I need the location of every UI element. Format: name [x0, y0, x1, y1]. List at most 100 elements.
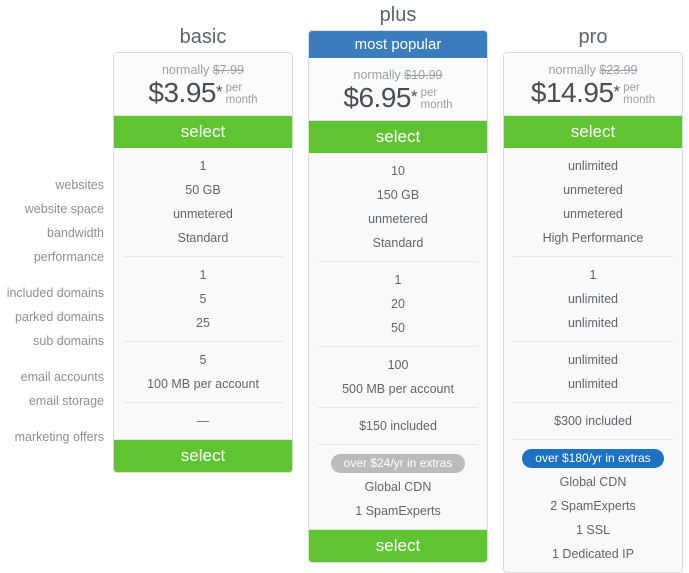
plan-card-pro: normally $23.99 $14.95* per month select unli… — [503, 52, 683, 573]
feature-list-pro: unlimited unmetered unmetered High Performa… — [504, 148, 682, 572]
feature-group: 1 unlimited unlimited — [513, 257, 673, 342]
select-button-top-pro[interactable]: select — [504, 115, 682, 148]
price-box-plus: normally $10.99 $6.95* per month — [309, 58, 487, 120]
extra-item: 2 SpamExperts — [550, 499, 636, 513]
feature-value: $150 included — [359, 419, 437, 433]
normally-price-line: normally $23.99 — [504, 62, 682, 78]
feature-value: 100 MB per account — [147, 377, 259, 391]
plan-title-basic: basic — [179, 26, 227, 48]
feature-group: 1 5 25 — [123, 257, 283, 342]
select-button-top-plus[interactable]: select — [309, 120, 487, 153]
price-line: $6.95* per month — [309, 84, 487, 112]
price-line: $3.95* per month — [114, 79, 292, 107]
feature-label: email accounts — [20, 370, 104, 384]
feature-value: 5 — [199, 292, 207, 306]
feature-value: 20 — [391, 297, 405, 311]
feature-value: unmetered — [173, 207, 233, 221]
feature-value: 150 GB — [376, 188, 420, 202]
month-word: month — [225, 94, 258, 106]
price-box-basic: normally $7.99 $3.95* per month — [114, 53, 292, 115]
extras-badge: over $24/yr in extras — [330, 454, 466, 473]
feature-value: 50 — [391, 321, 405, 335]
feature-value: 1 — [589, 268, 597, 282]
extras-group: over $24/yr in extras Global CDN 1 SpamExp… — [318, 445, 478, 529]
feature-value: Standard — [177, 231, 229, 245]
feature-value: 5 — [199, 353, 207, 367]
price-asterisk: * — [215, 82, 223, 101]
normally-label: normally — [161, 63, 210, 77]
feature-list-plus: 10 150 GB unmetered Standard 1 20 50 100 500 MB … — [309, 153, 487, 529]
feature-label-group: email accounts email storage — [0, 365, 104, 413]
feature-group: 1 20 50 — [318, 262, 478, 347]
feature-value: unmetered — [563, 207, 623, 221]
feature-value: unlimited — [567, 159, 619, 173]
feature-label: marketing offers — [14, 430, 104, 444]
per-month-label: per month — [421, 87, 453, 112]
feature-label: website space — [24, 202, 104, 216]
select-button-bottom-basic[interactable]: select — [114, 439, 292, 472]
extras-badge-row: over $24/yr in extras — [318, 451, 478, 475]
select-button-bottom-plus[interactable]: select — [309, 529, 487, 562]
original-price: $7.99 — [212, 63, 244, 77]
feature-label-column: websites website space bandwidth performanc… — [0, 173, 104, 461]
plan-column-pro: pro normally $23.99 $14.95* per month select u… — [503, 22, 683, 573]
current-price: $3.95 — [148, 77, 216, 108]
feature-value: High Performance — [542, 231, 644, 245]
select-button-top-basic[interactable]: select — [114, 115, 292, 148]
month-word: month — [420, 99, 453, 111]
feature-list-basic: 1 50 GB unmetered Standard 1 5 25 5 100 MB per a… — [114, 148, 292, 439]
feature-value: 1 — [199, 268, 207, 282]
per-month-label: per month — [226, 82, 258, 107]
extra-item: 1 Dedicated IP — [552, 547, 634, 561]
feature-group: unlimited unlimited — [513, 342, 673, 403]
extra-item: Global CDN — [364, 480, 432, 494]
original-price: $10.99 — [404, 68, 443, 82]
feature-value: unlimited — [567, 292, 619, 306]
feature-label: parked domains — [15, 310, 104, 324]
per-month-label: per month — [623, 82, 655, 107]
extra-item: 1 SSL — [575, 523, 611, 537]
per-word: per — [225, 81, 243, 94]
feature-label: performance — [33, 250, 104, 264]
feature-value: 25 — [196, 316, 210, 330]
price-box-pro: normally $23.99 $14.95* per month — [504, 53, 682, 115]
plan-column-basic: basic normally $7.99 $3.95* per month select 1… — [113, 22, 293, 473]
feature-value: unmetered — [563, 183, 623, 197]
price-asterisk: * — [410, 87, 418, 106]
feature-group: $150 included — [318, 408, 478, 445]
extras-group: over $180/yr in extras Global CDN 2 SpamEx… — [513, 440, 673, 572]
feature-value: unmetered — [368, 212, 428, 226]
feature-group: $300 included — [513, 403, 673, 440]
feature-group: 100 500 MB per account — [318, 347, 478, 408]
extras-badge: over $180/yr in extras — [522, 449, 664, 468]
current-price: $6.95 — [343, 82, 411, 113]
feature-group: 5 100 MB per account — [123, 342, 283, 403]
feature-value: 1 — [394, 273, 402, 287]
feature-label-group: included domains parked domains sub domain… — [0, 281, 104, 353]
plan-title-plus: plus — [379, 4, 417, 26]
plan-card-plus: most popular normally $10.99 $6.95* per mont… — [308, 30, 488, 563]
feature-value: — — [196, 414, 210, 428]
feature-value: 10 — [391, 164, 405, 178]
feature-label: bandwidth — [47, 226, 104, 240]
feature-label: included domains — [6, 286, 104, 300]
current-price: $14.95 — [530, 77, 614, 108]
plan-title-pro: pro — [578, 26, 608, 48]
feature-label-group: websites website space bandwidth performanc… — [0, 173, 104, 269]
pricing-table: websites website space bandwidth performanc… — [0, 0, 689, 573]
feature-label: sub domains — [33, 334, 104, 348]
normally-label: normally — [548, 63, 596, 77]
month-word: month — [623, 94, 656, 106]
feature-value: unlimited — [567, 353, 619, 367]
normally-price-line: normally $10.99 — [309, 67, 487, 83]
plan-card-basic: normally $7.99 $3.95* per month select 1 50 GB… — [113, 52, 293, 473]
normally-label: normally — [353, 68, 401, 82]
feature-value: unlimited — [567, 377, 619, 391]
feature-value: 1 — [199, 159, 207, 173]
per-word: per — [623, 81, 640, 94]
extra-item: Global CDN — [559, 475, 627, 489]
feature-value: Standard — [372, 236, 424, 250]
extras-badge-row: over $180/yr in extras — [513, 446, 673, 470]
feature-value: 50 GB — [185, 183, 221, 197]
price-asterisk: * — [613, 82, 621, 101]
